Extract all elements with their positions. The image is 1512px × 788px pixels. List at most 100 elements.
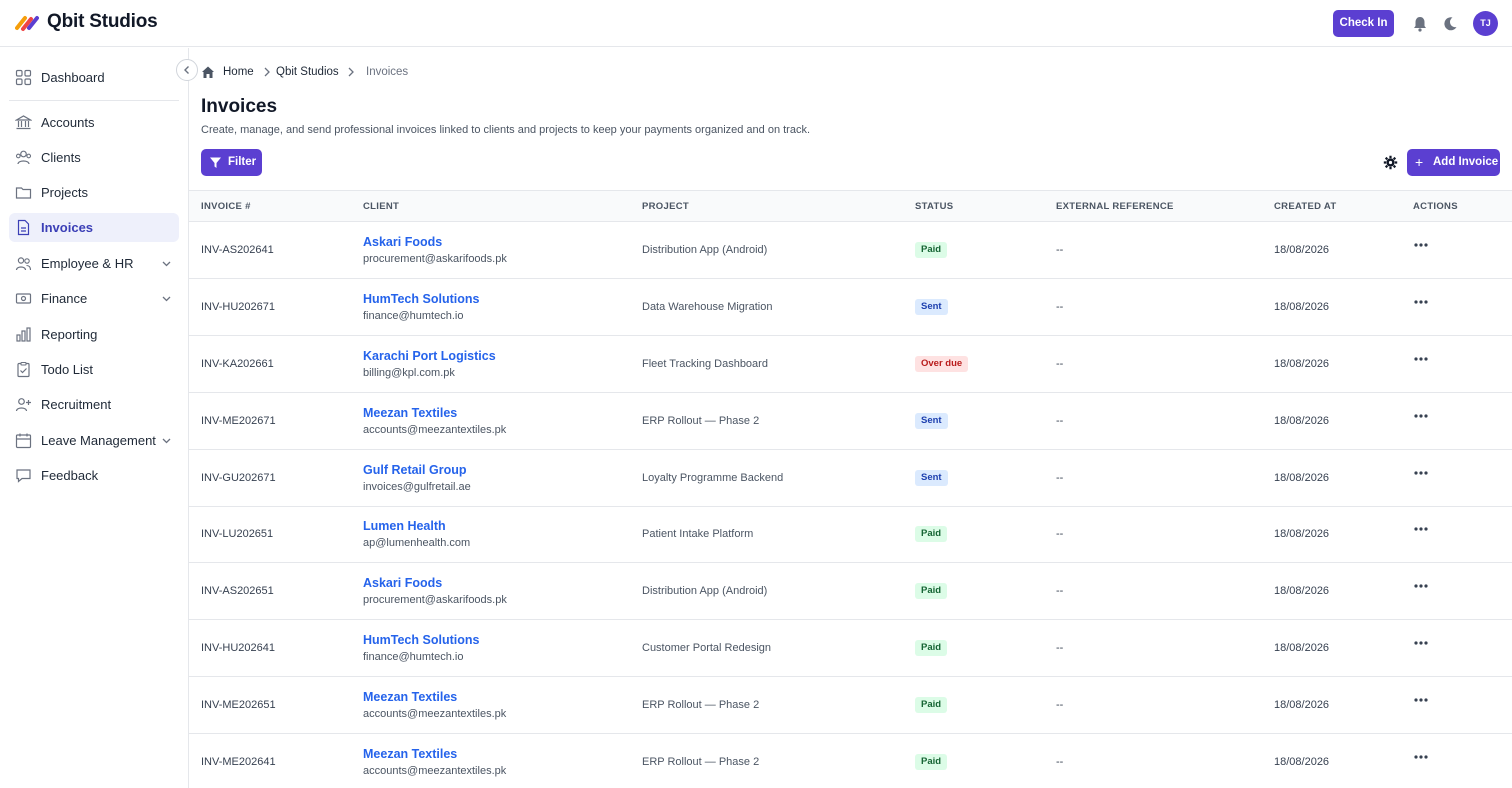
sidebar-item-feedback[interactable]: Feedback bbox=[9, 461, 179, 490]
more-actions-icon[interactable] bbox=[1413, 696, 1429, 704]
column-header-external-reference[interactable]: EXTERNAL REFERENCE bbox=[1056, 201, 1174, 212]
breadcrumb-home[interactable]: Home bbox=[223, 66, 254, 78]
created-at: 18/08/2026 bbox=[1274, 472, 1330, 484]
more-actions-icon[interactable] bbox=[1413, 639, 1429, 647]
chevron-down-icon bbox=[162, 261, 171, 267]
status-badge: Paid bbox=[915, 640, 948, 656]
column-header-project[interactable]: PROJECT bbox=[642, 201, 689, 212]
column-header-invoice[interactable]: INVOICE # bbox=[201, 201, 251, 212]
calendar-icon bbox=[15, 433, 32, 449]
client-name-link[interactable]: Meezan Textiles bbox=[363, 747, 457, 761]
external-reference: -- bbox=[1056, 472, 1064, 484]
more-actions-icon[interactable] bbox=[1413, 582, 1429, 590]
sidebar-item-recruitment[interactable]: Recruitment bbox=[9, 390, 179, 419]
user-plus-icon bbox=[15, 398, 31, 412]
client-name-link[interactable]: Askari Foods bbox=[363, 235, 442, 249]
more-actions-icon[interactable] bbox=[1413, 753, 1429, 761]
created-at: 18/08/2026 bbox=[1274, 528, 1330, 540]
external-reference: -- bbox=[1056, 585, 1064, 597]
created-at: 18/08/2026 bbox=[1274, 415, 1330, 427]
sidebar-item-finance[interactable]: Finance bbox=[9, 284, 179, 313]
top-bar: Qbit Studios Check In TJ bbox=[0, 0, 1512, 47]
chevron-down-icon bbox=[162, 438, 171, 444]
sidebar-item-label: Projects bbox=[41, 185, 88, 200]
filter-button[interactable]: Filter bbox=[201, 149, 262, 176]
project-name: ERP Rollout — Phase 2 bbox=[642, 415, 760, 427]
sidebar-item-projects[interactable]: Projects bbox=[9, 178, 179, 207]
client-name-link[interactable]: HumTech Solutions bbox=[363, 633, 479, 647]
logo-icon bbox=[15, 16, 39, 31]
sidebar-divider bbox=[9, 100, 179, 101]
created-at: 18/08/2026 bbox=[1274, 358, 1330, 370]
sidebar-item-employee-hr[interactable]: Employee & HR bbox=[9, 249, 179, 278]
people-icon bbox=[15, 257, 32, 271]
folder-icon bbox=[15, 187, 32, 199]
more-actions-icon[interactable] bbox=[1413, 469, 1429, 477]
client-email: finance@humtech.io bbox=[363, 651, 464, 663]
status-badge: Sent bbox=[915, 470, 948, 486]
status-badge: Sent bbox=[915, 299, 948, 315]
more-actions-icon[interactable] bbox=[1413, 355, 1429, 363]
sidebar-item-accounts[interactable]: Accounts bbox=[9, 108, 179, 137]
invoice-number: INV-GU202671 bbox=[201, 472, 276, 484]
client-name-link[interactable]: Karachi Port Logistics bbox=[363, 349, 496, 363]
status-badge: Paid bbox=[915, 526, 948, 542]
sidebar-item-todo-list[interactable]: Todo List bbox=[9, 355, 179, 384]
created-at: 18/08/2026 bbox=[1274, 642, 1330, 654]
invoice-number: INV-ME202651 bbox=[201, 699, 276, 711]
column-header-status[interactable]: STATUS bbox=[915, 201, 953, 212]
avatar[interactable]: TJ bbox=[1473, 11, 1498, 36]
sidebar-item-label: Clients bbox=[41, 150, 81, 165]
chat-icon bbox=[16, 469, 31, 483]
client-name-link[interactable]: HumTech Solutions bbox=[363, 292, 479, 306]
sidebar-item-clients[interactable]: Clients bbox=[9, 143, 179, 172]
sidebar-item-leave-management[interactable]: Leave Management bbox=[9, 426, 179, 455]
project-name: Customer Portal Redesign bbox=[642, 642, 772, 654]
client-name-link[interactable]: Meezan Textiles bbox=[363, 406, 457, 420]
status-badge: Over due bbox=[915, 356, 969, 372]
external-reference: -- bbox=[1056, 699, 1064, 711]
column-header-created-at[interactable]: CREATED AT bbox=[1274, 201, 1336, 212]
more-actions-icon[interactable] bbox=[1413, 241, 1429, 249]
table-row: INV-ME202671 Meezan Textiles accounts@me… bbox=[189, 393, 1512, 450]
table-row: INV-AS202651 Askari Foods procurement@as… bbox=[189, 563, 1512, 620]
status-badge: Sent bbox=[915, 413, 948, 429]
chevron-right-icon bbox=[264, 67, 270, 77]
sidebar-item-reporting[interactable]: Reporting bbox=[9, 320, 179, 349]
sidebar-item-label: Dashboard bbox=[41, 70, 105, 85]
created-at: 18/08/2026 bbox=[1274, 756, 1330, 768]
client-email: finance@humtech.io bbox=[363, 310, 464, 322]
invoice-number: INV-HU202641 bbox=[201, 642, 275, 654]
chevron-left-icon bbox=[184, 66, 189, 74]
client-name-link[interactable]: Askari Foods bbox=[363, 576, 442, 590]
project-name: Data Warehouse Migration bbox=[642, 301, 773, 313]
invoice-number: INV-KA202661 bbox=[201, 358, 274, 370]
column-header-client[interactable]: CLIENT bbox=[363, 201, 399, 212]
more-actions-icon[interactable] bbox=[1413, 525, 1429, 533]
chevron-down-icon bbox=[162, 296, 171, 302]
breadcrumb-org[interactable]: Qbit Studios bbox=[276, 66, 339, 78]
collapse-sidebar-button[interactable] bbox=[176, 59, 198, 81]
sidebar-item-label: Reporting bbox=[41, 327, 98, 342]
bell-icon[interactable] bbox=[1411, 15, 1429, 33]
client-email: accounts@meezantextiles.pk bbox=[363, 708, 507, 720]
client-name-link[interactable]: Meezan Textiles bbox=[363, 690, 457, 704]
table-row: INV-LU202651 Lumen Health ap@lumenhealth… bbox=[189, 506, 1512, 563]
external-reference: -- bbox=[1056, 528, 1064, 540]
more-actions-icon[interactable] bbox=[1413, 298, 1429, 306]
external-reference: -- bbox=[1056, 244, 1064, 256]
client-name-link[interactable]: Lumen Health bbox=[363, 519, 446, 533]
plus-icon: + bbox=[1415, 154, 1424, 170]
client-name-link[interactable]: Gulf Retail Group bbox=[363, 463, 466, 477]
home-icon[interactable] bbox=[201, 65, 215, 79]
more-actions-icon[interactable] bbox=[1413, 412, 1429, 420]
moon-icon[interactable] bbox=[1441, 15, 1459, 33]
gear-icon[interactable] bbox=[1383, 155, 1398, 170]
sidebar-item-invoices[interactable]: Invoices bbox=[9, 213, 179, 242]
document-icon bbox=[17, 219, 30, 236]
users-icon bbox=[15, 150, 32, 165]
check-in-button[interactable]: Check In bbox=[1333, 10, 1394, 37]
add-invoice-button[interactable]: + Add Invoice bbox=[1407, 149, 1500, 176]
sidebar-item-dashboard[interactable]: Dashboard bbox=[9, 63, 179, 92]
project-name: Fleet Tracking Dashboard bbox=[642, 358, 768, 370]
